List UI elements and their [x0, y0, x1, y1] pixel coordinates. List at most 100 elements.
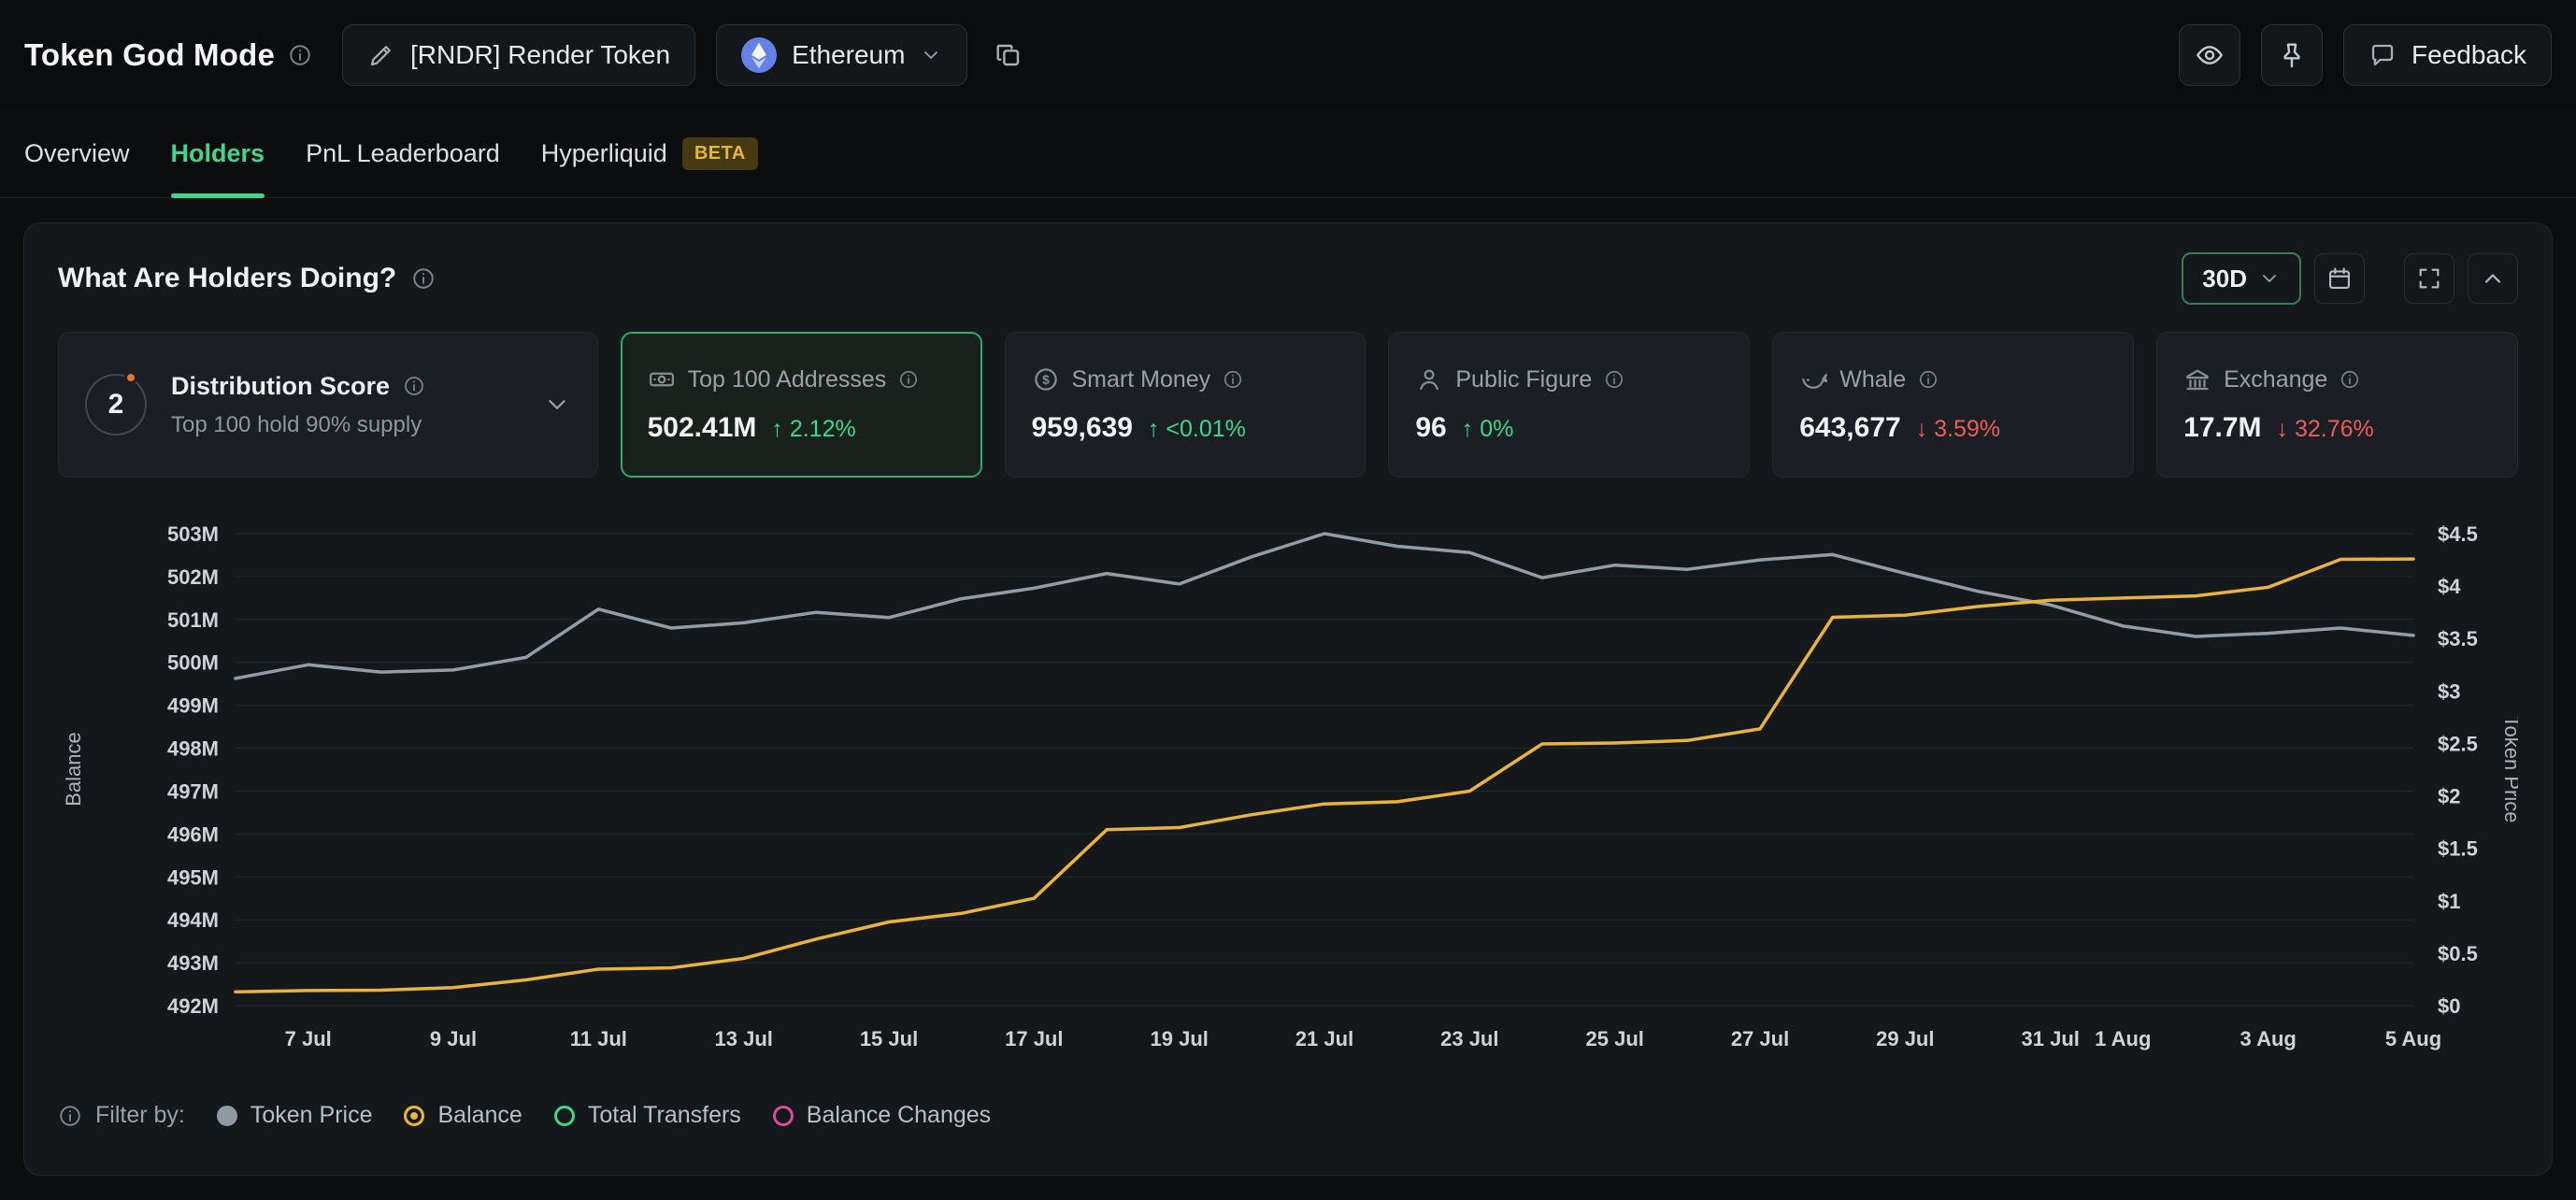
- tab-overview[interactable]: Overview: [24, 110, 130, 197]
- svg-text:3 Aug: 3 Aug: [2240, 1027, 2297, 1050]
- top-bar: Token God Mode [RNDR] Render Token Ether…: [0, 0, 2576, 110]
- svg-text:21 Jul: 21 Jul: [1295, 1027, 1353, 1050]
- svg-text:499M: 499M: [167, 694, 219, 718]
- fullscreen-icon: [2416, 265, 2442, 292]
- svg-text:497M: 497M: [167, 780, 219, 804]
- svg-text:494M: 494M: [167, 908, 219, 932]
- pencil-icon: [367, 41, 395, 69]
- coin-icon: $: [1032, 365, 1060, 393]
- svg-text:496M: 496M: [167, 822, 219, 846]
- total-transfers-radio: [554, 1106, 575, 1126]
- svg-text:17 Jul: 17 Jul: [1005, 1027, 1063, 1050]
- svg-text:Token Price: Token Price: [2500, 716, 2518, 823]
- chevron-up-icon: [2480, 265, 2506, 292]
- stat-card-title: Whale: [1839, 366, 1906, 393]
- chevron-down-icon: [920, 44, 942, 66]
- stat-card-title: Smart Money: [1072, 366, 1211, 393]
- svg-text:$1.5: $1.5: [2438, 837, 2478, 861]
- stat-card-smart-money[interactable]: $ Smart Money 959,639 ↑ <0.01%: [1005, 332, 1367, 478]
- svg-text:23 Jul: 23 Jul: [1440, 1027, 1498, 1050]
- fullscreen-button[interactable]: [2404, 253, 2454, 304]
- svg-text:$3.5: $3.5: [2438, 627, 2478, 650]
- tab-pnl-leaderboard[interactable]: PnL Leaderboard: [306, 110, 500, 197]
- ethereum-icon: [741, 37, 777, 73]
- svg-text:19 Jul: 19 Jul: [1151, 1027, 1209, 1050]
- stat-card-value: 959,639: [1032, 412, 1133, 444]
- svg-text:Balance: Balance: [62, 732, 85, 807]
- svg-text:498M: 498M: [167, 737, 219, 761]
- svg-text:29 Jul: 29 Jul: [1876, 1027, 1934, 1050]
- svg-text:11 Jul: 11 Jul: [570, 1027, 627, 1050]
- legend-balance[interactable]: Balance: [404, 1102, 522, 1129]
- svg-text:9 Jul: 9 Jul: [430, 1027, 477, 1050]
- tab-hyperliquid[interactable]: Hyperliquid BETA: [541, 110, 758, 197]
- svg-text:5 Aug: 5 Aug: [2385, 1027, 2441, 1050]
- tab-holders[interactable]: Holders: [171, 110, 265, 197]
- svg-text:$4.5: $4.5: [2438, 522, 2478, 546]
- svg-text:$2.5: $2.5: [2438, 732, 2478, 755]
- stat-card-top-100-addresses[interactable]: Top 100 Addresses 502.41M ↑ 2.12%: [621, 332, 982, 478]
- svg-text:495M: 495M: [167, 865, 219, 889]
- stat-card-change: ↓ 32.76%: [2277, 416, 2374, 443]
- chain-selector-button[interactable]: Ethereum: [716, 24, 967, 86]
- holders-chart[interactable]: 492M493M494M495M496M497M498M499M500M501M…: [58, 506, 2518, 1076]
- feedback-button[interactable]: Feedback: [2343, 24, 2552, 86]
- person-icon: [1415, 365, 1443, 393]
- pin-button[interactable]: [2261, 24, 2323, 86]
- eye-icon: [2195, 40, 2225, 70]
- filter-by-label: Filter by:: [95, 1102, 185, 1129]
- panel-title: What Are Holders Doing?: [58, 263, 396, 294]
- holders-panel: What Are Holders Doing? 30D: [23, 222, 2553, 1176]
- token-selector-button[interactable]: [RNDR] Render Token: [342, 24, 695, 86]
- collapse-button[interactable]: [2468, 253, 2518, 304]
- svg-text:502M: 502M: [167, 565, 219, 589]
- svg-text:$4: $4: [2438, 575, 2461, 598]
- copy-button[interactable]: [988, 24, 1029, 86]
- legend-token-price[interactable]: Token Price: [217, 1102, 373, 1129]
- stat-card-value: 96: [1415, 412, 1446, 444]
- stat-card-whale[interactable]: Whale 643,677 ↓ 3.59%: [1772, 332, 2134, 478]
- svg-text:$: $: [1042, 373, 1050, 387]
- chart-legend: Filter by: Token Price Balance Total Tra…: [58, 1102, 2518, 1129]
- stat-card-exchange[interactable]: Exchange 17.7M ↓ 32.76%: [2156, 332, 2518, 478]
- svg-text:$1: $1: [2438, 890, 2460, 913]
- alert-dot: [124, 371, 137, 384]
- page-title: Token God Mode: [24, 37, 275, 73]
- legend-balance-changes[interactable]: Balance Changes: [773, 1102, 991, 1129]
- stat-cards-row: 2 Distribution Score Top 100 hold 90% su…: [58, 332, 2518, 478]
- stat-card-title: Top 100 Addresses: [688, 366, 887, 393]
- svg-text:13 Jul: 13 Jul: [715, 1027, 773, 1050]
- watchlist-button[interactable]: [2179, 24, 2240, 86]
- bank-icon: [2183, 365, 2211, 393]
- stat-card-title: Public Figure: [1455, 366, 1592, 393]
- stat-card-change: ↑ <0.01%: [1148, 416, 1246, 443]
- svg-text:1 Aug: 1 Aug: [2095, 1027, 2151, 1050]
- stat-card-value: 502.41M: [648, 412, 757, 444]
- svg-text:$2: $2: [2438, 785, 2460, 808]
- info-icon: [58, 1104, 82, 1128]
- svg-text:$0.5: $0.5: [2438, 942, 2478, 965]
- copy-icon: [994, 40, 1023, 70]
- svg-text:7 Jul: 7 Jul: [285, 1027, 332, 1050]
- main-content: What Are Holders Doing? 30D: [0, 198, 2576, 1200]
- legend-total-transfers[interactable]: Total Transfers: [554, 1102, 741, 1129]
- calendar-button[interactable]: [2314, 253, 2365, 304]
- distribution-score-subtitle: Top 100 hold 90% supply: [171, 412, 519, 438]
- svg-text:$3: $3: [2438, 679, 2460, 703]
- info-icon: [403, 375, 425, 397]
- svg-text:27 Jul: 27 Jul: [1731, 1027, 1789, 1050]
- stat-card-public-figure[interactable]: Public Figure 96 ↑ 0%: [1388, 332, 1750, 478]
- info-icon: [1604, 369, 1624, 390]
- chevron-down-icon[interactable]: [543, 391, 571, 419]
- whale-icon: [1799, 365, 1827, 393]
- info-icon: [1918, 369, 1939, 390]
- distribution-score-card[interactable]: 2 Distribution Score Top 100 hold 90% su…: [58, 332, 598, 478]
- distribution-score-title: Distribution Score: [171, 372, 390, 401]
- svg-text:$0: $0: [2438, 994, 2460, 1018]
- timeframe-selector[interactable]: 30D: [2182, 252, 2301, 305]
- pin-icon: [2277, 40, 2307, 70]
- token-selector-label: [RNDR] Render Token: [410, 40, 670, 70]
- svg-text:25 Jul: 25 Jul: [1586, 1027, 1644, 1050]
- tab-bar: Overview Holders PnL Leaderboard Hyperli…: [0, 110, 2576, 198]
- calendar-icon: [2326, 265, 2353, 292]
